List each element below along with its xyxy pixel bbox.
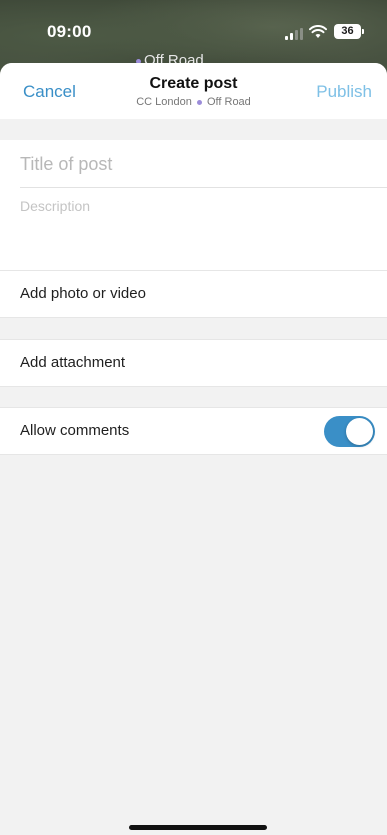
allow-comments-label: Allow comments	[20, 422, 130, 439]
destination-group: CC London	[136, 96, 192, 108]
post-description-input[interactable]	[20, 198, 380, 258]
publish-button[interactable]: Publish	[316, 82, 372, 102]
destination-channel: Off Road	[206, 96, 251, 108]
page-title: Create post	[149, 75, 238, 92]
create-post-sheet: Cancel Create post CC London Off Road Pu…	[0, 63, 387, 835]
allow-comments-row: Allow comments	[0, 407, 387, 455]
battery-icon: 36	[334, 24, 364, 39]
toggle-knob	[346, 418, 373, 445]
wifi-icon	[309, 25, 327, 38]
post-title-input[interactable]	[20, 154, 380, 175]
create-post-screen: 09:00 Off Road 36 Cancel Create post CC …	[0, 0, 387, 835]
post-form	[0, 140, 387, 270]
add-attachment-label: Add attachment	[20, 354, 126, 371]
add-attachment-row[interactable]: Add attachment	[0, 339, 387, 387]
add-photo-video-row[interactable]: Add photo or video	[0, 270, 387, 318]
status-bar: 09:00 Off Road 36	[0, 0, 387, 69]
signal-icon	[285, 28, 303, 40]
header-title-block: Create post CC London Off Road	[90, 74, 297, 109]
add-photo-video-label: Add photo or video	[20, 285, 146, 302]
sheet-header: Cancel Create post CC London Off Road Pu…	[0, 63, 387, 119]
post-destination: CC London Off Road	[90, 95, 297, 109]
title-divider	[20, 187, 387, 188]
home-indicator[interactable]	[129, 825, 267, 830]
status-time: 09:00	[47, 22, 92, 41]
channel-dot-icon	[196, 99, 202, 105]
allow-comments-toggle[interactable]	[324, 416, 375, 447]
cancel-button[interactable]: Cancel	[23, 82, 76, 102]
